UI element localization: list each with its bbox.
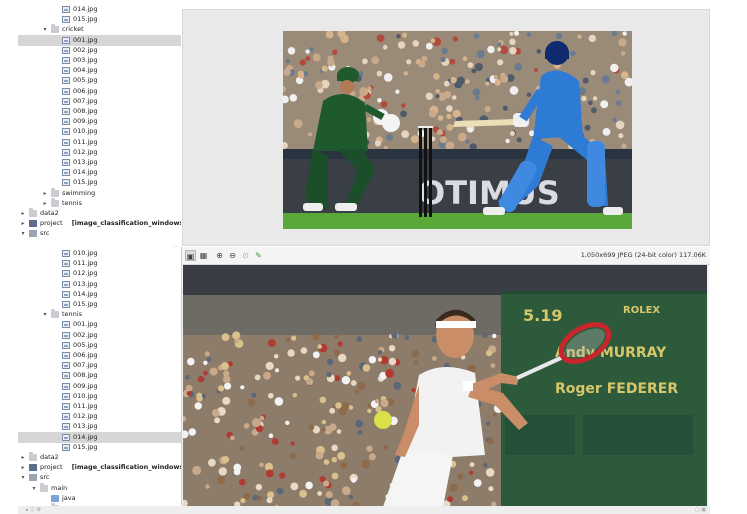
image-file-icon bbox=[62, 148, 70, 156]
image-viewer: ▣ ▦ ⊕ ⊖ ⊙ ✎ 1,050x699 JPEG (24-bit color… bbox=[181, 247, 710, 514]
image-preview-panel: OTIMUS bbox=[182, 9, 710, 246]
scoreboard: 5.19 ROLEX Andy MURRAY Roger FEDERER bbox=[501, 291, 707, 507]
image-file-icon bbox=[62, 301, 70, 308]
status-bar: ▸ ⓘ ⚙ ▢ ▣ bbox=[18, 506, 710, 514]
folder-icon bbox=[29, 208, 37, 217]
image-file-icon bbox=[62, 57, 70, 64]
image-file-icon bbox=[62, 87, 70, 95]
image-file-icon bbox=[62, 46, 70, 54]
image-file-icon bbox=[62, 169, 70, 177]
image-file-icon bbox=[62, 413, 70, 421]
image-file-icon bbox=[62, 36, 70, 44]
image-file-icon bbox=[62, 423, 70, 431]
image-file-icon bbox=[62, 372, 70, 380]
image-file-icon bbox=[62, 77, 70, 85]
status-left: ▸ ⓘ ⚙ bbox=[26, 507, 42, 513]
folder-icon bbox=[29, 474, 37, 482]
project-tree-upper: 014.jpg 015.jpg ▾ cricket 001.jpg 002.jpg 003.… bbox=[18, 0, 181, 246]
folder-icon bbox=[51, 309, 59, 319]
image-file-icon bbox=[62, 6, 70, 13]
tree-item-label: src bbox=[40, 229, 50, 238]
image-file-icon bbox=[62, 16, 70, 24]
image-file-icon bbox=[62, 118, 70, 126]
zoom-out-icon[interactable]: ⊖ bbox=[227, 250, 238, 261]
image-file-icon bbox=[62, 382, 70, 390]
status-right: ▢ ▣ bbox=[694, 507, 706, 513]
folder-icon bbox=[29, 452, 37, 461]
folder-icon bbox=[51, 197, 59, 207]
image-file-icon bbox=[62, 260, 70, 268]
image-file-icon bbox=[62, 321, 70, 329]
actual-size-icon[interactable]: ⊙ bbox=[240, 250, 251, 261]
folder-icon bbox=[29, 230, 37, 238]
image-file-icon bbox=[62, 392, 70, 400]
folder-icon bbox=[51, 187, 59, 197]
image-file-icon bbox=[62, 138, 70, 146]
image-file-icon bbox=[62, 67, 70, 75]
image-file-icon bbox=[62, 270, 70, 278]
image-info: 1,050x699 JPEG (24-bit color) 117.06K bbox=[580, 251, 706, 259]
grid-toggle-icon[interactable]: ▣ bbox=[185, 250, 196, 261]
tree-node-src[interactable]: ▾ src bbox=[18, 228, 181, 239]
project-tree-lower: 010.jpg 011.jpg 012.jpg 013.jpg 014.jpg 015.j… bbox=[18, 247, 181, 514]
chessboard-icon[interactable]: ▦ bbox=[198, 250, 209, 261]
scoreboard-time: 5.19 bbox=[523, 306, 562, 325]
image-file-icon bbox=[62, 250, 70, 257]
color-picker-icon[interactable]: ✎ bbox=[253, 250, 264, 261]
image-file-icon bbox=[62, 403, 70, 410]
image-file-icon bbox=[62, 108, 70, 115]
image-file-icon bbox=[62, 280, 70, 288]
image-file-icon bbox=[62, 128, 70, 136]
folder-icon bbox=[51, 24, 59, 34]
image-viewer-toolbar: ▣ ▦ ⊕ ⊖ ⊙ ✎ 1,050x699 JPEG (24-bit color… bbox=[182, 247, 710, 265]
image-file-icon bbox=[62, 179, 70, 187]
image-file-icon bbox=[62, 159, 70, 166]
image-file-icon bbox=[62, 341, 70, 349]
image-file-icon bbox=[62, 290, 70, 298]
image-file-icon bbox=[62, 352, 70, 359]
chevron-down-icon[interactable]: ▾ bbox=[19, 228, 27, 239]
image-file-icon bbox=[62, 97, 70, 105]
image-file-icon bbox=[62, 362, 70, 370]
source-folder-icon bbox=[51, 494, 59, 502]
folder-icon bbox=[40, 482, 48, 492]
cricket-image: OTIMUS bbox=[283, 31, 632, 229]
image-file-icon bbox=[62, 443, 70, 451]
image-file-icon bbox=[62, 433, 70, 441]
tennis-image: 5.19 ROLEX Andy MURRAY Roger FEDERER bbox=[183, 265, 707, 507]
zoom-in-icon[interactable]: ⊕ bbox=[214, 250, 225, 261]
image-file-icon bbox=[62, 331, 70, 339]
module-icon bbox=[29, 464, 37, 472]
scoreboard-brand: ROLEX bbox=[623, 305, 660, 316]
scoreboard-player2: Roger FEDERER bbox=[555, 381, 678, 397]
module-icon bbox=[29, 220, 37, 228]
